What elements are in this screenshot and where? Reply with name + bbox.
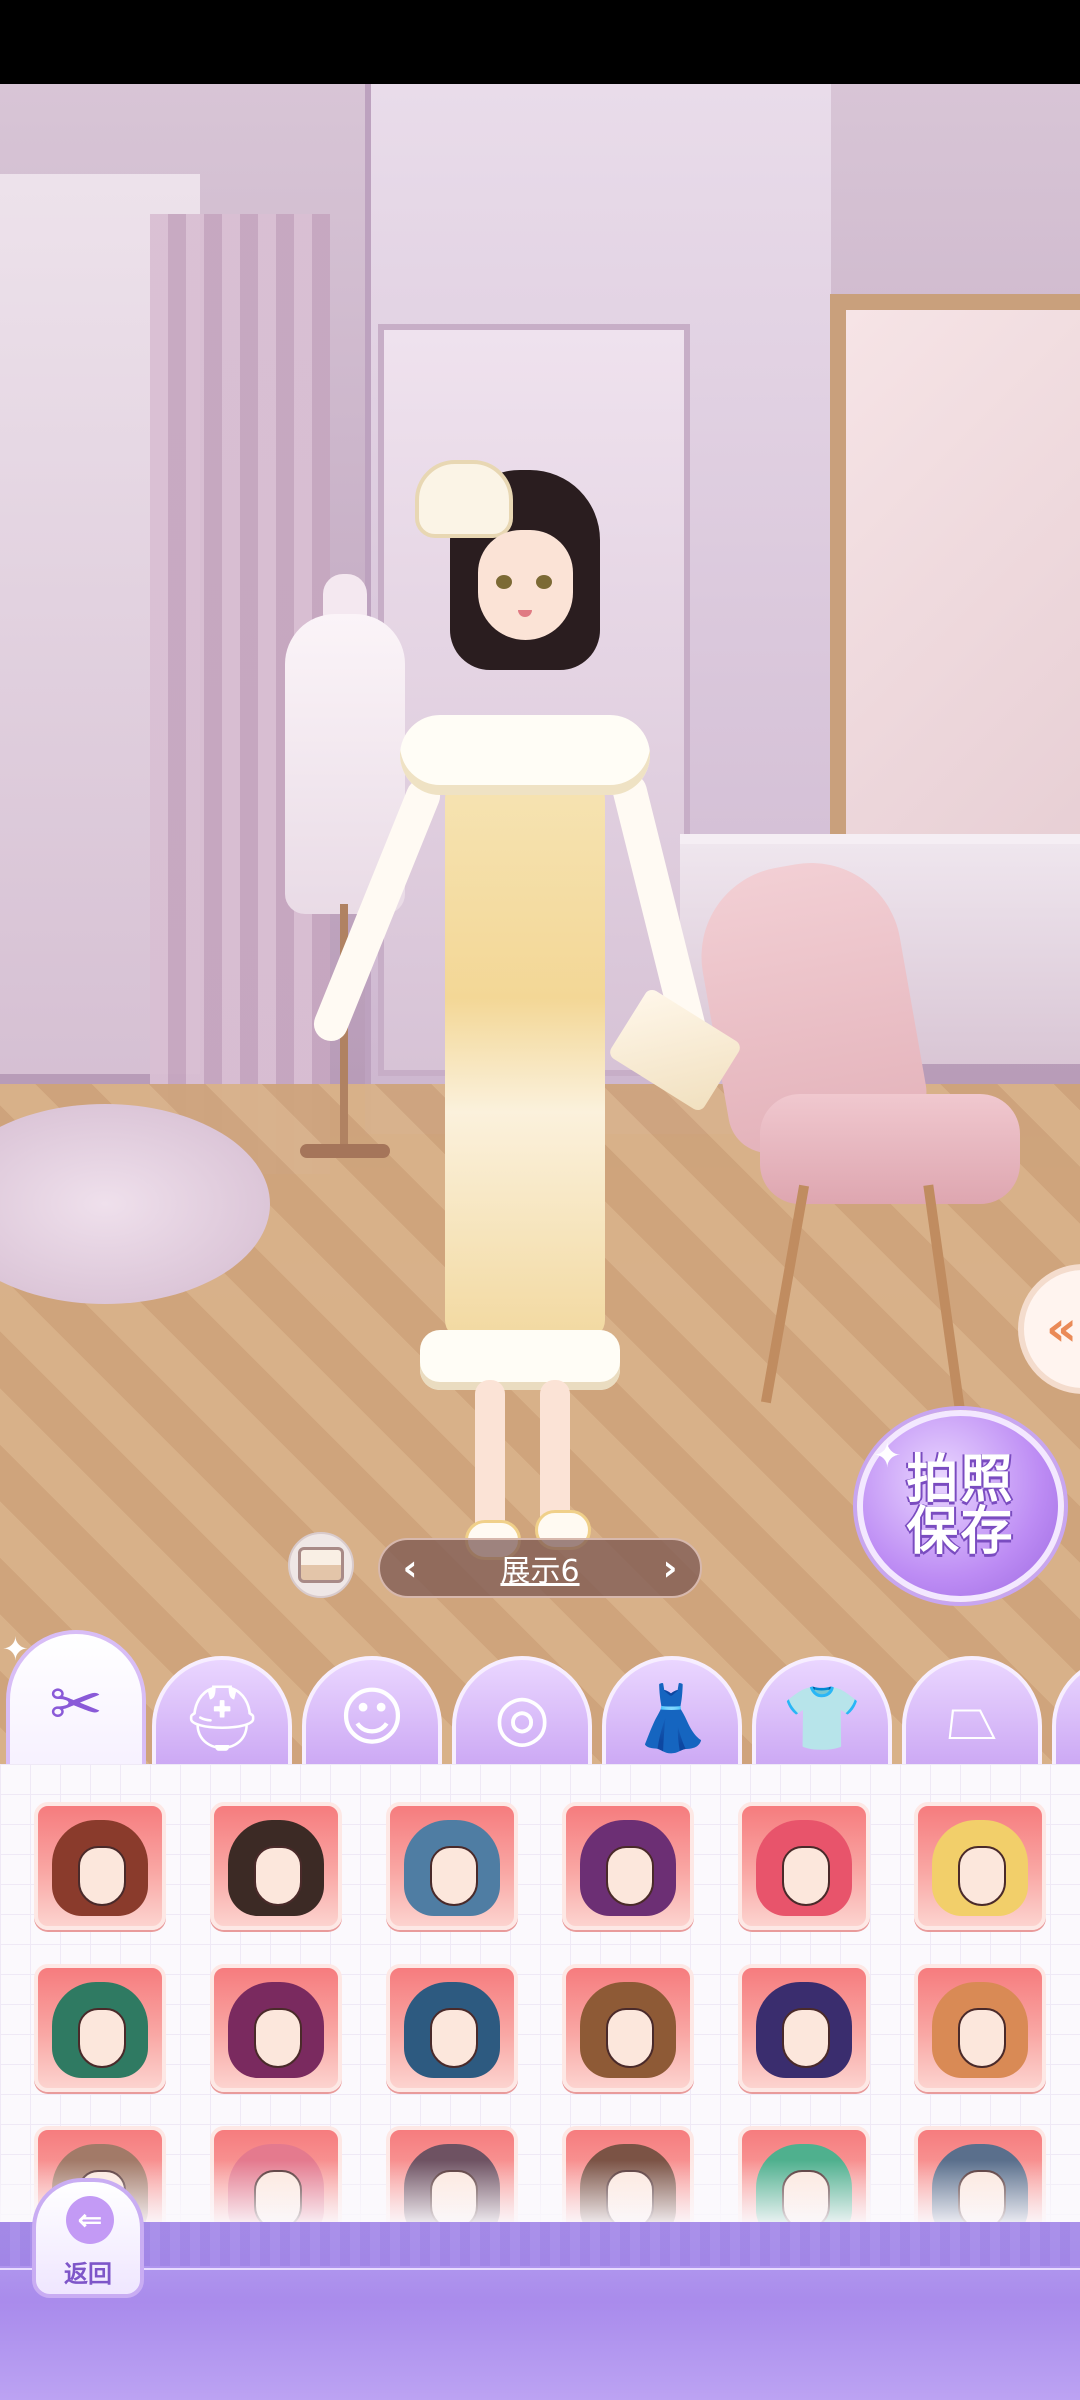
chevron-right-icon[interactable]: › xyxy=(640,1540,700,1596)
status-bar xyxy=(0,0,1080,84)
back-arrow-icon: ⇐ xyxy=(66,2196,114,2244)
dress-icon: 👗 xyxy=(632,1681,712,1756)
display-selector: ‹ 展示6 › xyxy=(378,1538,702,1598)
hairstyle-item[interactable] xyxy=(386,1802,518,1930)
face-silhouette xyxy=(606,2008,654,2068)
panel-fade xyxy=(0,2160,1080,2230)
hair-bow xyxy=(415,460,513,538)
hairstyle-grid xyxy=(0,1764,1080,2224)
face-silhouette xyxy=(78,1846,126,1906)
hairstyle-item[interactable] xyxy=(562,1964,694,2092)
tab-hat[interactable]: ⛑ xyxy=(152,1656,292,1780)
hairstyle-item[interactable] xyxy=(562,1802,694,1930)
hairstyle-item[interactable] xyxy=(210,1802,342,1930)
sparkle-icon: ✦ xyxy=(873,1436,902,1476)
earrings-icon: ◎ xyxy=(494,1681,550,1755)
face-silhouette xyxy=(430,1846,478,1906)
hairstyle-item[interactable] xyxy=(34,1964,166,2092)
hairstyle-item[interactable] xyxy=(210,1964,342,2092)
dress-ruffle xyxy=(400,715,650,795)
scissors-icon: ✂ xyxy=(49,1668,103,1742)
double-chevron-left-icon: « xyxy=(1046,1301,1078,1357)
face-silhouette xyxy=(958,2008,1006,2068)
tab-earrings[interactable]: ◎ xyxy=(452,1656,592,1780)
hairstyle-item[interactable] xyxy=(386,1964,518,2092)
category-tabs: ✦ ✂ ⛑ ☺ ◎ 👗 👕 ⏢ xyxy=(0,1630,1080,1780)
vanity-mirror xyxy=(830,294,1080,926)
face-silhouette xyxy=(254,1846,302,1906)
tab-skirt[interactable]: ⏢ xyxy=(902,1656,1042,1780)
dress-up-screen: « ✦ 拍照 保存 ‹ 展示6 › ✦ ✂ ⛑ ☺ ◎ 👗 👕 ⏢ ⇐ 返回 xyxy=(0,0,1080,2400)
photo-save-button[interactable]: ✦ 拍照 保存 xyxy=(857,1410,1064,1602)
hairstyle-item[interactable] xyxy=(738,1964,870,2092)
hairstyle-item[interactable] xyxy=(914,1964,1046,2092)
tab-dress[interactable]: 👗 xyxy=(602,1656,742,1780)
face-icon: ☺ xyxy=(338,1681,406,1755)
character-face xyxy=(478,530,573,640)
chevron-left-icon[interactable]: ‹ xyxy=(380,1540,440,1596)
face-silhouette xyxy=(430,2008,478,2068)
face-silhouette xyxy=(782,2008,830,2068)
tab-face[interactable]: ☺ xyxy=(302,1656,442,1780)
face-silhouette xyxy=(606,1846,654,1906)
gallery-button[interactable] xyxy=(288,1532,354,1598)
face-silhouette xyxy=(78,2008,126,2068)
dress-hem xyxy=(420,1330,620,1390)
display-label[interactable]: 展示6 xyxy=(440,1546,640,1590)
skirt-icon: ⏢ xyxy=(946,1681,998,1755)
tab-hairstyle[interactable]: ✂ xyxy=(6,1630,146,1780)
back-label: 返回 xyxy=(64,2260,112,2288)
tab-top[interactable]: 👕 xyxy=(752,1656,892,1780)
bottom-bar xyxy=(0,2222,1080,2400)
vanity-chair xyxy=(687,848,1030,1424)
character-model[interactable] xyxy=(300,460,743,1560)
back-button[interactable]: ⇐ 返回 xyxy=(32,2178,144,2298)
hairstyle-item[interactable] xyxy=(914,1802,1046,1930)
photo-save-line1: 拍照 xyxy=(906,1450,1015,1510)
tab-more[interactable] xyxy=(1052,1656,1080,1780)
gallery-icon xyxy=(298,1547,344,1583)
hairstyle-item[interactable] xyxy=(34,1802,166,1930)
face-silhouette xyxy=(958,1846,1006,1906)
shirt-icon: 👕 xyxy=(782,1681,862,1756)
photo-save-line2: 保存 xyxy=(906,1502,1015,1562)
face-silhouette xyxy=(782,1846,830,1906)
face-silhouette xyxy=(254,2008,302,2068)
character-dress xyxy=(445,770,605,1340)
hairstyle-item[interactable] xyxy=(738,1802,870,1930)
hat-icon: ⛑ xyxy=(181,1681,263,1756)
